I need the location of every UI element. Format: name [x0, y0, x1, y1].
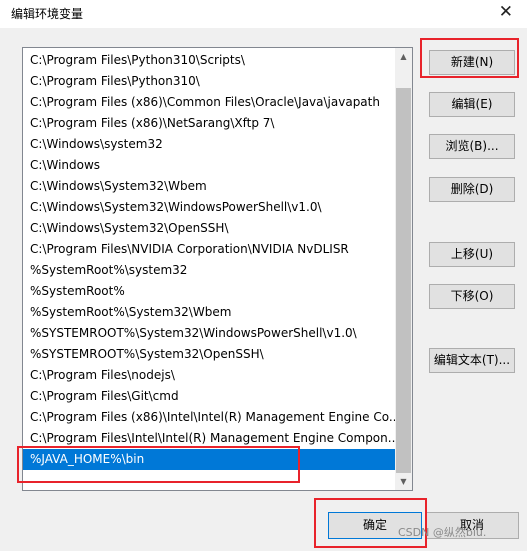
vertical-scrollbar[interactable]: ▲ ▼: [395, 48, 412, 490]
path-list-item[interactable]: C:\Program Files (x86)\Common Files\Orac…: [23, 92, 395, 113]
path-list-item[interactable]: C:\Program Files\Intel\Intel(R) Manageme…: [23, 428, 395, 449]
move-up-button[interactable]: 上移(U): [429, 242, 515, 267]
path-list-item[interactable]: %SYSTEMROOT%\System32\WindowsPowerShell\…: [23, 323, 395, 344]
scrollbar-thumb[interactable]: [396, 88, 411, 473]
path-list-item[interactable]: C:\Program Files (x86)\Intel\Intel(R) Ma…: [23, 407, 395, 428]
close-icon[interactable]: ✕: [499, 2, 513, 22]
window-title: 编辑环境变量: [11, 7, 84, 21]
path-list-rows: C:\Program Files\Python310\Scripts\ C:\Pr…: [23, 50, 395, 470]
path-list-item[interactable]: C:\Program Files\Python310\Scripts\: [23, 50, 395, 71]
new-button[interactable]: 新建(N): [429, 50, 515, 75]
path-list-item[interactable]: C:\Windows\System32\Wbem: [23, 176, 395, 197]
watermark: CSDN @纵然biu.: [398, 526, 487, 539]
path-list-item[interactable]: C:\Windows\System32\OpenSSH\: [23, 218, 395, 239]
path-list-item[interactable]: C:\Program Files (x86)\NetSarang\Xftp 7\: [23, 113, 395, 134]
scroll-up-icon[interactable]: ▲: [395, 48, 412, 65]
browse-button[interactable]: 浏览(B)...: [429, 134, 515, 159]
path-list[interactable]: C:\Program Files\Python310\Scripts\ C:\Pr…: [22, 47, 413, 491]
path-list-item[interactable]: C:\Windows\System32\WindowsPowerShell\v1…: [23, 197, 395, 218]
path-list-item[interactable]: C:\Program Files\Git\cmd: [23, 386, 395, 407]
path-list-item[interactable]: %SystemRoot%\System32\Wbem: [23, 302, 395, 323]
move-down-button[interactable]: 下移(O): [429, 284, 515, 309]
path-list-item[interactable]: C:\Windows: [23, 155, 395, 176]
path-list-item[interactable]: %SystemRoot%\system32: [23, 260, 395, 281]
path-list-item[interactable]: C:\Program Files\NVIDIA Corporation\NVID…: [23, 239, 395, 260]
edit-text-button[interactable]: 编辑文本(T)...: [429, 348, 515, 373]
delete-button[interactable]: 删除(D): [429, 177, 515, 202]
title-bar: 编辑环境变量 ✕: [0, 0, 527, 28]
path-list-item[interactable]: %SystemRoot%: [23, 281, 395, 302]
edit-button[interactable]: 编辑(E): [429, 92, 515, 117]
path-list-item[interactable]: %SYSTEMROOT%\System32\OpenSSH\: [23, 344, 395, 365]
scroll-down-icon[interactable]: ▼: [395, 473, 412, 490]
path-list-item[interactable]: %JAVA_HOME%\bin: [23, 449, 395, 470]
path-list-item[interactable]: C:\Windows\system32: [23, 134, 395, 155]
path-list-item[interactable]: C:\Program Files\nodejs\: [23, 365, 395, 386]
path-list-item[interactable]: C:\Program Files\Python310\: [23, 71, 395, 92]
